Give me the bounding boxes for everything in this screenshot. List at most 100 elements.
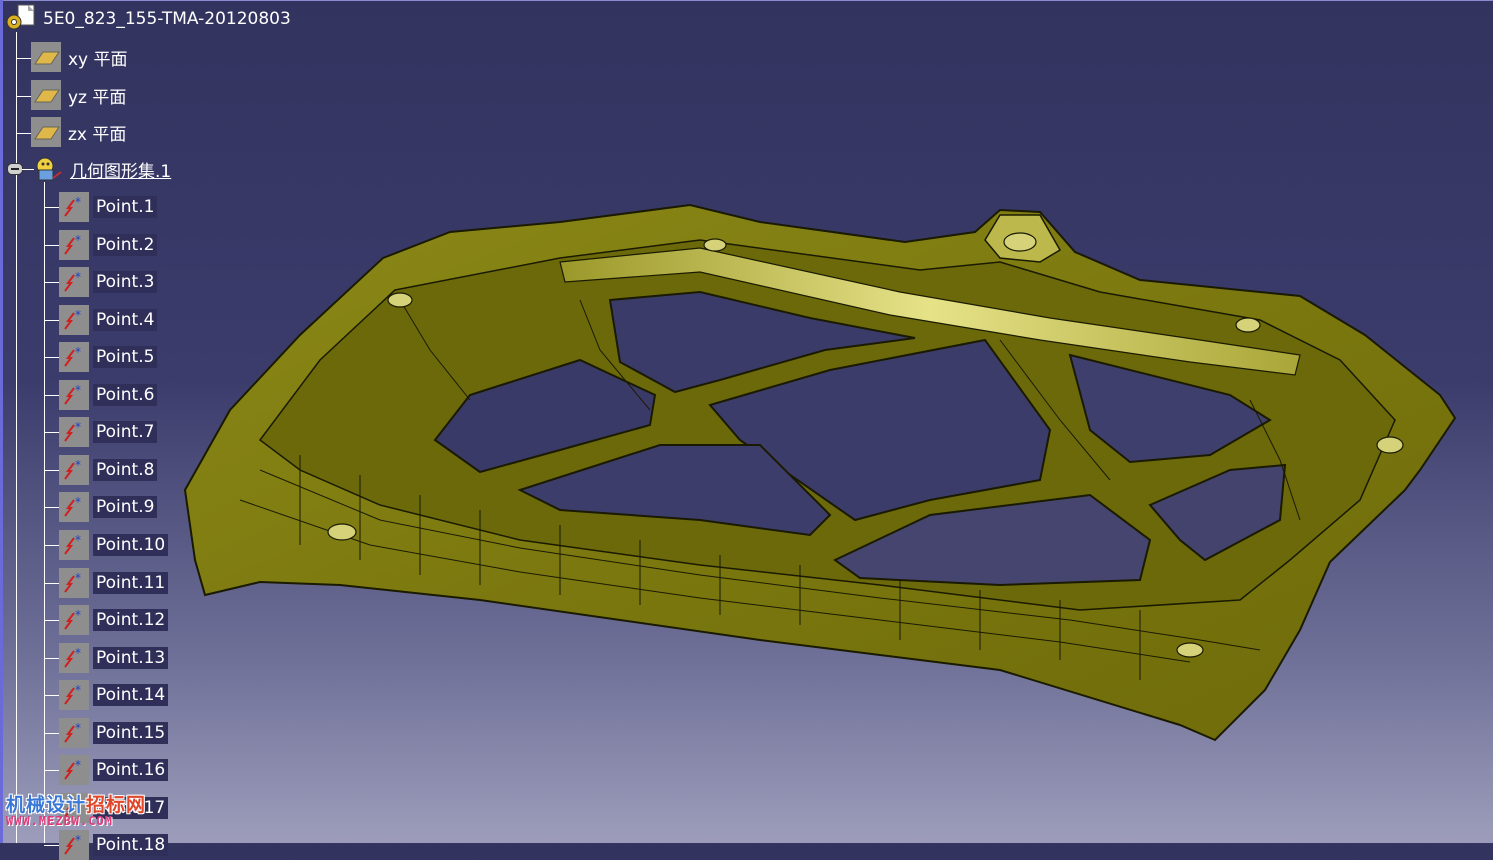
point-icon: * bbox=[59, 342, 89, 372]
svg-text:*: * bbox=[75, 345, 81, 359]
tree-root-node[interactable]: 5E0_823_155-TMA-20120803 bbox=[4, 4, 294, 34]
point-icon: * bbox=[59, 830, 89, 860]
point-icon: * bbox=[59, 417, 89, 447]
tree-node-label: Point.3 bbox=[93, 271, 158, 293]
tree-branch-line bbox=[44, 395, 60, 396]
tree-branch-line bbox=[44, 282, 60, 283]
tree-node-point[interactable]: * Point.13 bbox=[59, 643, 169, 673]
tree-node-label: Point.12 bbox=[93, 609, 169, 631]
point-icon: * bbox=[59, 643, 89, 673]
tree-node-label: Point.7 bbox=[93, 421, 158, 443]
point-icon: * bbox=[59, 305, 89, 335]
tree-node-point[interactable]: * Point.18 bbox=[59, 830, 169, 860]
tree-branch-line bbox=[16, 32, 17, 843]
tree-branch-line bbox=[44, 320, 60, 321]
tree-node-point[interactable]: * Point.2 bbox=[59, 230, 158, 260]
point-icon: * bbox=[59, 230, 89, 260]
svg-text:*: * bbox=[75, 796, 81, 810]
tree-branch-line bbox=[44, 583, 60, 584]
geometrical-set-icon bbox=[33, 154, 63, 184]
tree-branch-line bbox=[44, 770, 60, 771]
tree-node-label: Point.18 bbox=[93, 834, 169, 856]
svg-text:*: * bbox=[75, 308, 81, 322]
svg-text:*: * bbox=[75, 833, 81, 847]
tree-node-point[interactable]: * Point.10 bbox=[59, 530, 169, 560]
svg-text:*: * bbox=[75, 683, 81, 697]
tree-node-label: Point.15 bbox=[93, 722, 169, 744]
viewport-left-edge bbox=[0, 0, 3, 843]
point-icon: * bbox=[59, 530, 89, 560]
plane-icon bbox=[31, 42, 61, 72]
svg-text:*: * bbox=[75, 533, 81, 547]
point-icon: * bbox=[59, 755, 89, 785]
tree-node-point[interactable]: * Point.12 bbox=[59, 605, 169, 635]
tree-node-point[interactable]: * Point.11 bbox=[59, 568, 169, 598]
tree-branch-line bbox=[44, 207, 60, 208]
tree-node-point[interactable]: * Point.14 bbox=[59, 680, 169, 710]
tree-node-xy-plane[interactable]: xy 平面 bbox=[31, 42, 131, 72]
tree-node-label: Point.14 bbox=[93, 684, 169, 706]
viewport-top-edge bbox=[0, 0, 1493, 1]
tree-node-point[interactable]: * Point.5 bbox=[59, 342, 158, 372]
tree-node-label: Point.5 bbox=[93, 346, 158, 368]
svg-text:*: * bbox=[75, 195, 81, 209]
tree-node-label: Point.11 bbox=[93, 572, 169, 594]
point-icon: * bbox=[59, 380, 89, 410]
tree-node-point[interactable]: * Point.15 bbox=[59, 718, 169, 748]
tree-node-point[interactable]: * Point.8 bbox=[59, 455, 158, 485]
tree-node-label: Point.6 bbox=[93, 384, 158, 406]
tree-branch-line bbox=[44, 733, 60, 734]
tree-node-label: xy 平面 bbox=[68, 49, 128, 70]
svg-text:*: * bbox=[75, 495, 81, 509]
tree-branch-line bbox=[44, 357, 60, 358]
point-icon: * bbox=[59, 718, 89, 748]
tree-node-zx-plane[interactable]: zx 平面 bbox=[31, 117, 129, 147]
svg-text:*: * bbox=[75, 571, 81, 585]
tree-node-label: Point.17 bbox=[93, 797, 169, 819]
tree-node-label: Point.8 bbox=[93, 459, 158, 481]
tree-branch-line bbox=[44, 245, 60, 246]
svg-text:*: * bbox=[75, 608, 81, 622]
svg-text:*: * bbox=[75, 383, 81, 397]
plane-icon bbox=[31, 80, 61, 110]
tree-branch-line bbox=[16, 58, 32, 59]
svg-text:*: * bbox=[75, 420, 81, 434]
point-icon: * bbox=[59, 192, 89, 222]
point-icon: * bbox=[59, 605, 89, 635]
tree-branch-line bbox=[44, 808, 60, 809]
tree-branch-line bbox=[44, 545, 60, 546]
tree-node-label: zx 平面 bbox=[68, 124, 127, 145]
tree-node-point[interactable]: * Point.9 bbox=[59, 492, 158, 522]
svg-text:*: * bbox=[75, 458, 81, 472]
tree-node-geometrical-set[interactable]: 几何图形集.1 bbox=[33, 154, 174, 184]
tree-node-point[interactable]: * Point.1 bbox=[59, 192, 158, 222]
tree-node-yz-plane[interactable]: yz 平面 bbox=[31, 80, 129, 110]
tree-node-point[interactable]: * Point.17 bbox=[59, 793, 169, 823]
tree-branch-line bbox=[44, 470, 60, 471]
tree-branch-line bbox=[44, 432, 60, 433]
svg-text:*: * bbox=[75, 270, 81, 284]
collapse-toggle-icon[interactable] bbox=[7, 163, 23, 175]
product-gear-icon bbox=[4, 4, 38, 34]
geometrical-set-label: 几何图形集.1 bbox=[70, 161, 172, 182]
point-icon: * bbox=[59, 492, 89, 522]
tree-branch-line bbox=[44, 620, 60, 621]
tree-node-label: Point.9 bbox=[93, 496, 158, 518]
tree-branch-line bbox=[16, 96, 32, 97]
point-icon: * bbox=[59, 680, 89, 710]
tree-branch-line bbox=[44, 845, 60, 846]
svg-text:*: * bbox=[75, 646, 81, 660]
plane-icon bbox=[31, 117, 61, 147]
tree-node-point[interactable]: * Point.6 bbox=[59, 380, 158, 410]
point-icon: * bbox=[59, 455, 89, 485]
svg-text:*: * bbox=[75, 721, 81, 735]
tree-node-label: Point.13 bbox=[93, 647, 169, 669]
tree-node-point[interactable]: * Point.3 bbox=[59, 267, 158, 297]
tree-node-label: Point.1 bbox=[93, 196, 158, 218]
tree-node-label: Point.10 bbox=[93, 534, 169, 556]
tree-node-point[interactable]: * Point.16 bbox=[59, 755, 169, 785]
svg-text:*: * bbox=[75, 758, 81, 772]
tree-node-point[interactable]: * Point.7 bbox=[59, 417, 158, 447]
tree-node-label: yz 平面 bbox=[68, 87, 127, 108]
tree-node-point[interactable]: * Point.4 bbox=[59, 305, 158, 335]
